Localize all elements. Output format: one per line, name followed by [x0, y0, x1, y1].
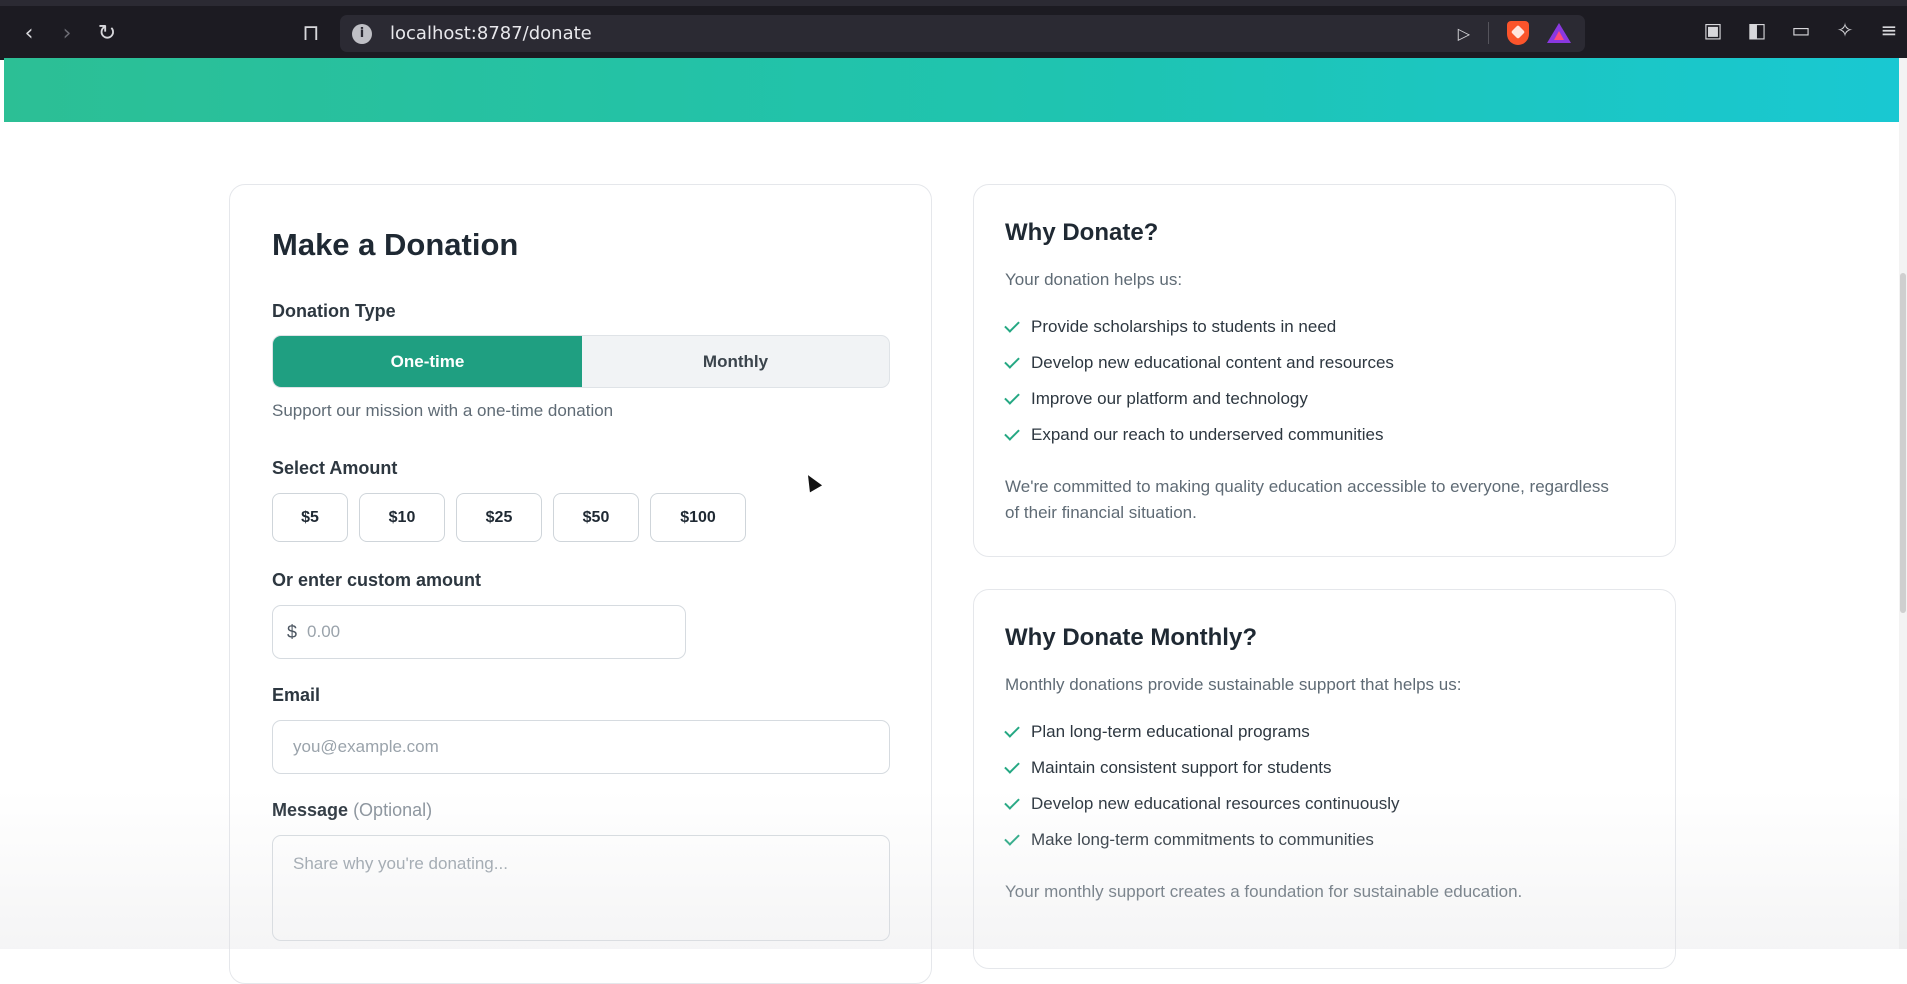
list-item: Develop new educational resources contin…	[1004, 786, 1400, 822]
email-field[interactable]: you@example.com	[272, 720, 890, 774]
list-item: Provide scholarships to students in need	[1004, 309, 1394, 345]
currency-symbol: $	[287, 621, 298, 642]
browser-toolbar: ‹ › ↻ ⊓ i localhost:8787/donate ▷ ▣ ◧ ▭ …	[0, 0, 1907, 60]
back-icon[interactable]: ‹	[14, 18, 44, 48]
forward-icon[interactable]: ›	[52, 18, 82, 48]
list-item: Plan long-term educational programs	[1004, 714, 1400, 750]
check-icon	[1004, 388, 1020, 405]
donation-form-card: Make a Donation Donation Type One-time M…	[229, 184, 932, 984]
page-header-band	[4, 58, 1903, 122]
reload-icon[interactable]: ↻	[92, 18, 122, 48]
form-title: Make a Donation	[272, 227, 519, 262]
message-optional-text: (Optional)	[353, 800, 433, 820]
amount-options: $5 $10 $25 $50 $100	[272, 493, 746, 542]
why-donate-monthly-note: Your monthly support creates a foundatio…	[1005, 882, 1523, 901]
check-icon	[1004, 424, 1020, 441]
amount-10-button[interactable]: $10	[359, 493, 445, 542]
url-text[interactable]: localhost:8787/donate	[390, 23, 592, 44]
message-label: Message (Optional)	[272, 800, 432, 821]
check-icon	[1004, 757, 1020, 774]
amount-5-button[interactable]: $5	[272, 493, 348, 542]
email-label: Email	[272, 685, 321, 705]
why-donate-note: We're committed to making quality educat…	[1005, 477, 1609, 522]
wallet-icon[interactable]: ▭	[1789, 18, 1813, 42]
check-icon	[1004, 316, 1020, 333]
divider	[1488, 22, 1489, 44]
check-icon	[1004, 721, 1020, 738]
list-item-text: Maintain consistent support for students	[1031, 758, 1332, 777]
donation-type-helper: Support our mission with a one-time dona…	[272, 401, 614, 420]
list-item: Improve our platform and technology	[1004, 381, 1394, 417]
check-icon	[1004, 352, 1020, 369]
scrollbar-thumb[interactable]	[1900, 273, 1906, 613]
list-item: Maintain consistent support for students	[1004, 750, 1400, 786]
scrollbar[interactable]	[1899, 58, 1907, 949]
message-placeholder: Share why you're donating...	[293, 854, 508, 873]
why-donate-monthly-intro: Monthly donations provide sustainable su…	[1005, 675, 1462, 694]
site-info-icon[interactable]: i	[352, 23, 372, 44]
menu-icon[interactable]: ≡	[1877, 18, 1901, 42]
list-item: Develop new educational content and reso…	[1004, 345, 1394, 381]
amount-50-button[interactable]: $50	[553, 493, 639, 542]
list-item-text: Develop new educational content and reso…	[1031, 353, 1394, 372]
one-time-button[interactable]: One-time	[273, 336, 582, 387]
why-donate-monthly-card: Why Donate Monthly? Monthly donations pr…	[973, 589, 1676, 969]
leo-ai-icon[interactable]: ✧	[1833, 18, 1857, 42]
custom-amount-label: Or enter custom amount	[272, 570, 482, 590]
sidebar-icon[interactable]: ◧	[1745, 18, 1769, 42]
amount-100-button[interactable]: $100	[650, 493, 746, 542]
message-label-text: Message	[272, 800, 349, 820]
donation-type-label: Donation Type	[272, 301, 396, 321]
email-placeholder: you@example.com	[293, 737, 439, 756]
brave-shields-icon[interactable]	[1507, 21, 1529, 45]
why-donate-card: Why Donate? Your donation helps us: Prov…	[973, 184, 1676, 557]
list-item-text: Provide scholarships to students in need	[1031, 317, 1337, 336]
monthly-button[interactable]: Monthly	[582, 336, 889, 387]
custom-amount-placeholder: 0.00	[307, 622, 341, 641]
why-donate-intro: Your donation helps us:	[1005, 270, 1183, 289]
custom-amount-input[interactable]: $ 0.00	[272, 605, 686, 659]
address-bar[interactable]: i localhost:8787/donate ▷	[340, 15, 1585, 52]
check-icon	[1004, 793, 1020, 810]
list-item: Expand our reach to underserved communit…	[1004, 417, 1394, 453]
bookmark-icon[interactable]: ⊓	[296, 18, 326, 48]
brave-rewards-icon[interactable]	[1547, 23, 1571, 43]
share-icon[interactable]: ▷	[1458, 24, 1470, 43]
why-donate-list: Provide scholarships to students in need…	[1004, 309, 1394, 453]
list-item: Make long-term commitments to communitie…	[1004, 822, 1400, 858]
why-donate-monthly-list: Plan long-term educational programs Main…	[1004, 714, 1400, 858]
check-icon	[1004, 829, 1020, 846]
donation-type-toggle: One-time Monthly	[272, 335, 890, 388]
list-item-text: Make long-term commitments to communitie…	[1031, 830, 1374, 849]
message-textarea[interactable]: Share why you're donating...	[272, 835, 890, 941]
reader-mode-icon[interactable]: ▣	[1701, 18, 1725, 42]
amount-25-button[interactable]: $25	[456, 493, 542, 542]
list-item-text: Develop new educational resources contin…	[1031, 794, 1400, 813]
select-amount-label: Select Amount	[272, 458, 398, 478]
why-donate-monthly-title: Why Donate Monthly?	[1005, 624, 1257, 651]
list-item-text: Expand our reach to underserved communit…	[1031, 425, 1384, 444]
list-item-text: Plan long-term educational programs	[1031, 722, 1310, 741]
list-item-text: Improve our platform and technology	[1031, 389, 1308, 408]
why-donate-title: Why Donate?	[1005, 219, 1159, 246]
